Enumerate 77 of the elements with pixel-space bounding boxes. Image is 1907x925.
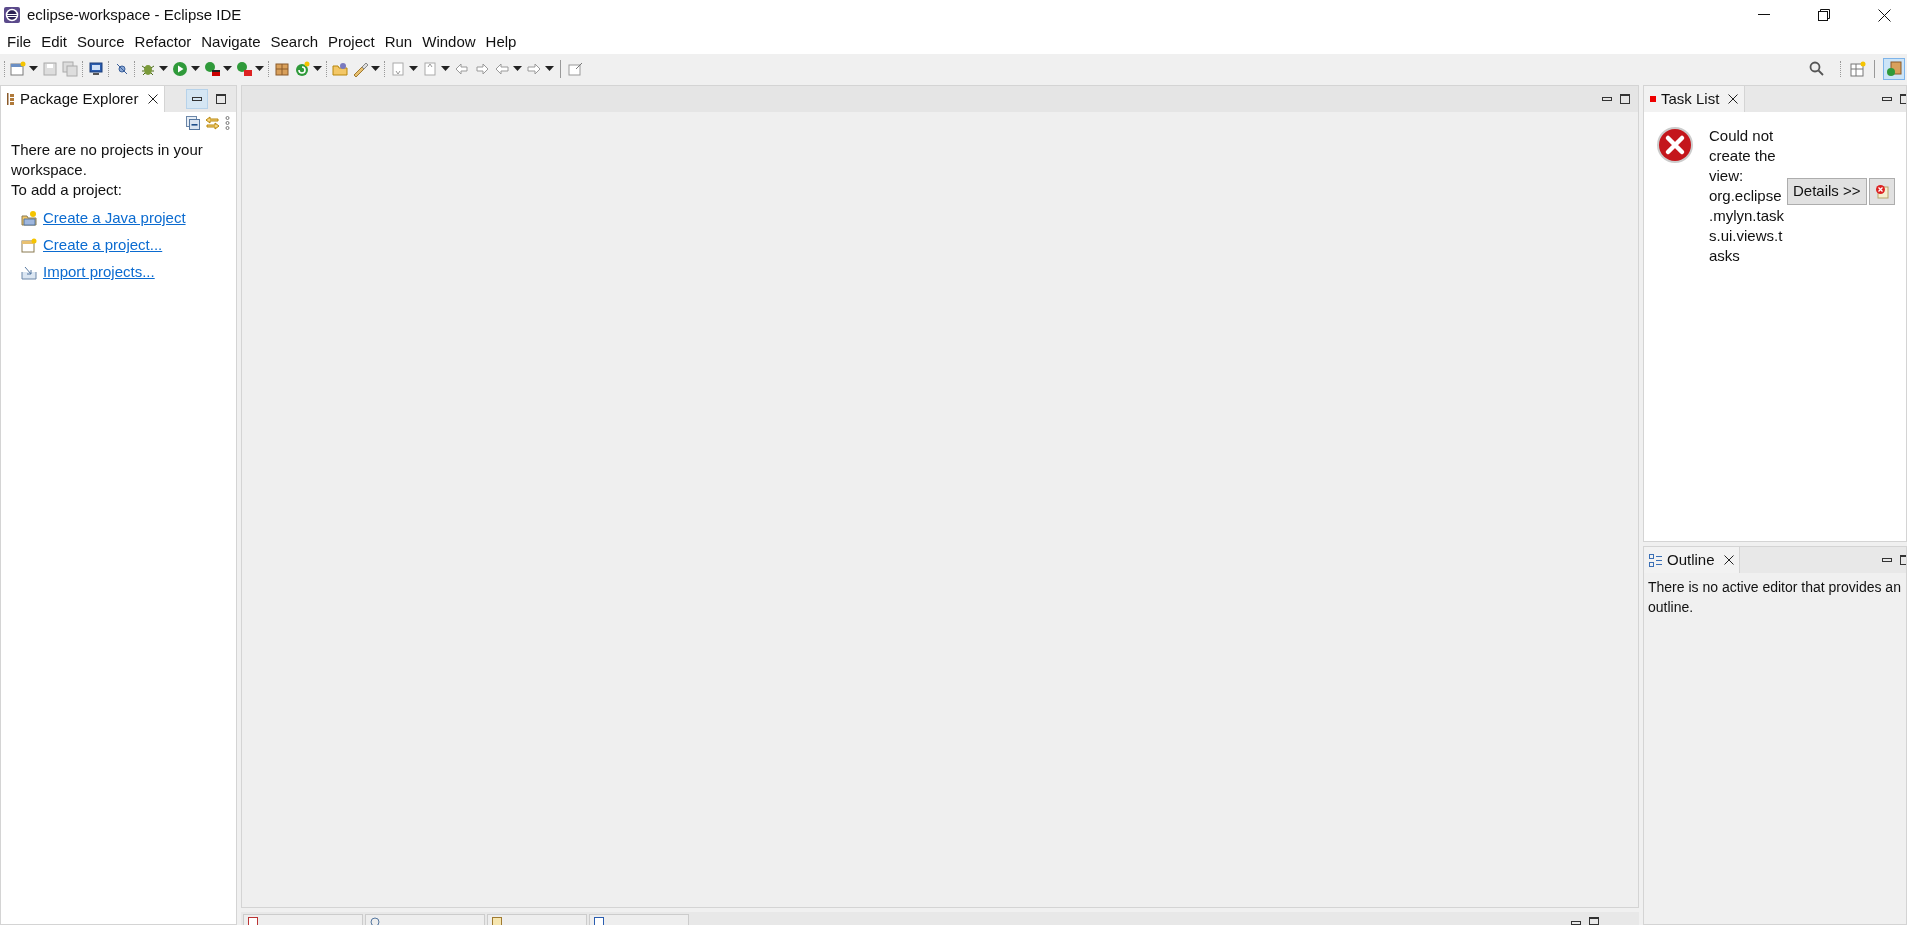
view-tab[interactable]: Outline <box>1644 547 1740 573</box>
package-icon <box>7 93 14 105</box>
restore-icon[interactable] <box>1818 9 1830 21</box>
error-log-button[interactable] <box>1868 178 1895 205</box>
close-icon[interactable] <box>148 94 159 104</box>
dropdown-arrow-icon[interactable] <box>29 66 38 71</box>
hint-text: To add a project: <box>11 180 123 200</box>
menu-item[interactable]: Refactor <box>129 29 197 55</box>
pin-editor-icon[interactable] <box>567 60 583 77</box>
run-server-icon[interactable] <box>204 60 220 77</box>
maximize-button[interactable] <box>1900 94 1906 104</box>
new-project-icon <box>21 237 37 253</box>
menu-item[interactable]: Window <box>417 29 481 55</box>
close-icon[interactable] <box>1723 555 1734 565</box>
dropdown-arrow-icon[interactable] <box>255 66 264 71</box>
menu-item[interactable]: Project <box>323 29 380 55</box>
dropdown-arrow-icon[interactable] <box>545 66 554 71</box>
link[interactable]: Create a Java project <box>43 208 186 228</box>
search-icon[interactable] <box>1809 61 1824 76</box>
maximize-button[interactable] <box>1900 555 1906 565</box>
empty-message: There is no active editor that provides an outline. <box>1647 578 1902 617</box>
run-icon[interactable] <box>172 60 188 77</box>
console-icon <box>594 917 604 925</box>
folder-icon[interactable] <box>332 60 348 77</box>
dropdown-arrow-icon[interactable] <box>313 66 322 71</box>
menu-item[interactable]: Help <box>480 29 522 55</box>
open-perspective-icon[interactable] <box>1850 60 1866 77</box>
declaration-icon <box>492 917 502 925</box>
refresh-icon[interactable] <box>294 60 310 77</box>
menu-item[interactable]: Navigate <box>196 29 266 55</box>
close-icon[interactable] <box>1877 8 1891 22</box>
view-tab[interactable]: Task List <box>1644 86 1746 112</box>
minimize-button[interactable] <box>1882 558 1892 562</box>
run-tool-icon[interactable] <box>236 60 252 77</box>
error-log-icon <box>1874 184 1889 199</box>
dropdown-arrow-icon[interactable] <box>159 66 168 71</box>
perspective-button[interactable] <box>1883 57 1905 80</box>
dropdown-arrow-icon[interactable] <box>513 66 522 71</box>
collapse-all-icon[interactable] <box>186 116 200 130</box>
view-tab[interactable] <box>487 914 587 925</box>
error-icon <box>1656 126 1694 164</box>
maximize-button[interactable] <box>1589 917 1599 925</box>
minimize-button[interactable] <box>1571 921 1581 925</box>
link[interactable]: Create a project... <box>43 235 163 255</box>
view-tab[interactable] <box>589 914 689 925</box>
menu-item[interactable]: Run <box>379 29 418 55</box>
monitor-icon[interactable] <box>88 60 104 77</box>
minimize-button[interactable] <box>1602 97 1612 101</box>
link[interactable]: Import projects... <box>43 262 155 282</box>
menu-item[interactable]: File <box>2 29 37 55</box>
task-marker-icon <box>1650 96 1656 102</box>
view-tab[interactable]: Package Explorer <box>1 86 166 112</box>
dropdown-arrow-icon[interactable] <box>441 66 450 71</box>
minimize-icon[interactable] <box>1758 14 1770 16</box>
dropdown-arrow-icon[interactable] <box>223 66 232 71</box>
error-message: Could not create the view: org.eclipse.mylyn.tasks.ui.views.tasks <box>1709 126 1785 266</box>
app-icon <box>3 6 21 24</box>
dropdown-arrow-icon[interactable] <box>191 66 200 71</box>
outline-icon <box>1649 553 1662 567</box>
window-title: eclipse-workspace - Eclipse IDE <box>27 4 242 25</box>
java-project-icon <box>21 210 37 226</box>
maximize-button[interactable] <box>1620 94 1630 104</box>
menu-item[interactable]: Search <box>265 29 323 55</box>
close-icon[interactable] <box>1728 94 1739 104</box>
at-icon <box>370 917 380 925</box>
minimize-button[interactable] <box>1882 97 1892 101</box>
details-button[interactable]: Details >> <box>1787 178 1867 205</box>
menu-item[interactable]: Source <box>72 29 130 55</box>
import-icon <box>21 264 37 280</box>
problems-icon <box>248 917 258 925</box>
link-arrows-icon[interactable] <box>205 116 220 130</box>
empty-message: There are no projects in your workspace. <box>11 140 204 180</box>
dropdown-arrow-icon[interactable] <box>409 66 418 71</box>
dropdown-arrow-icon[interactable] <box>371 66 380 71</box>
more-icon[interactable] <box>225 116 230 130</box>
menu-item[interactable]: Edit <box>36 29 73 55</box>
package-icon[interactable] <box>274 60 290 77</box>
